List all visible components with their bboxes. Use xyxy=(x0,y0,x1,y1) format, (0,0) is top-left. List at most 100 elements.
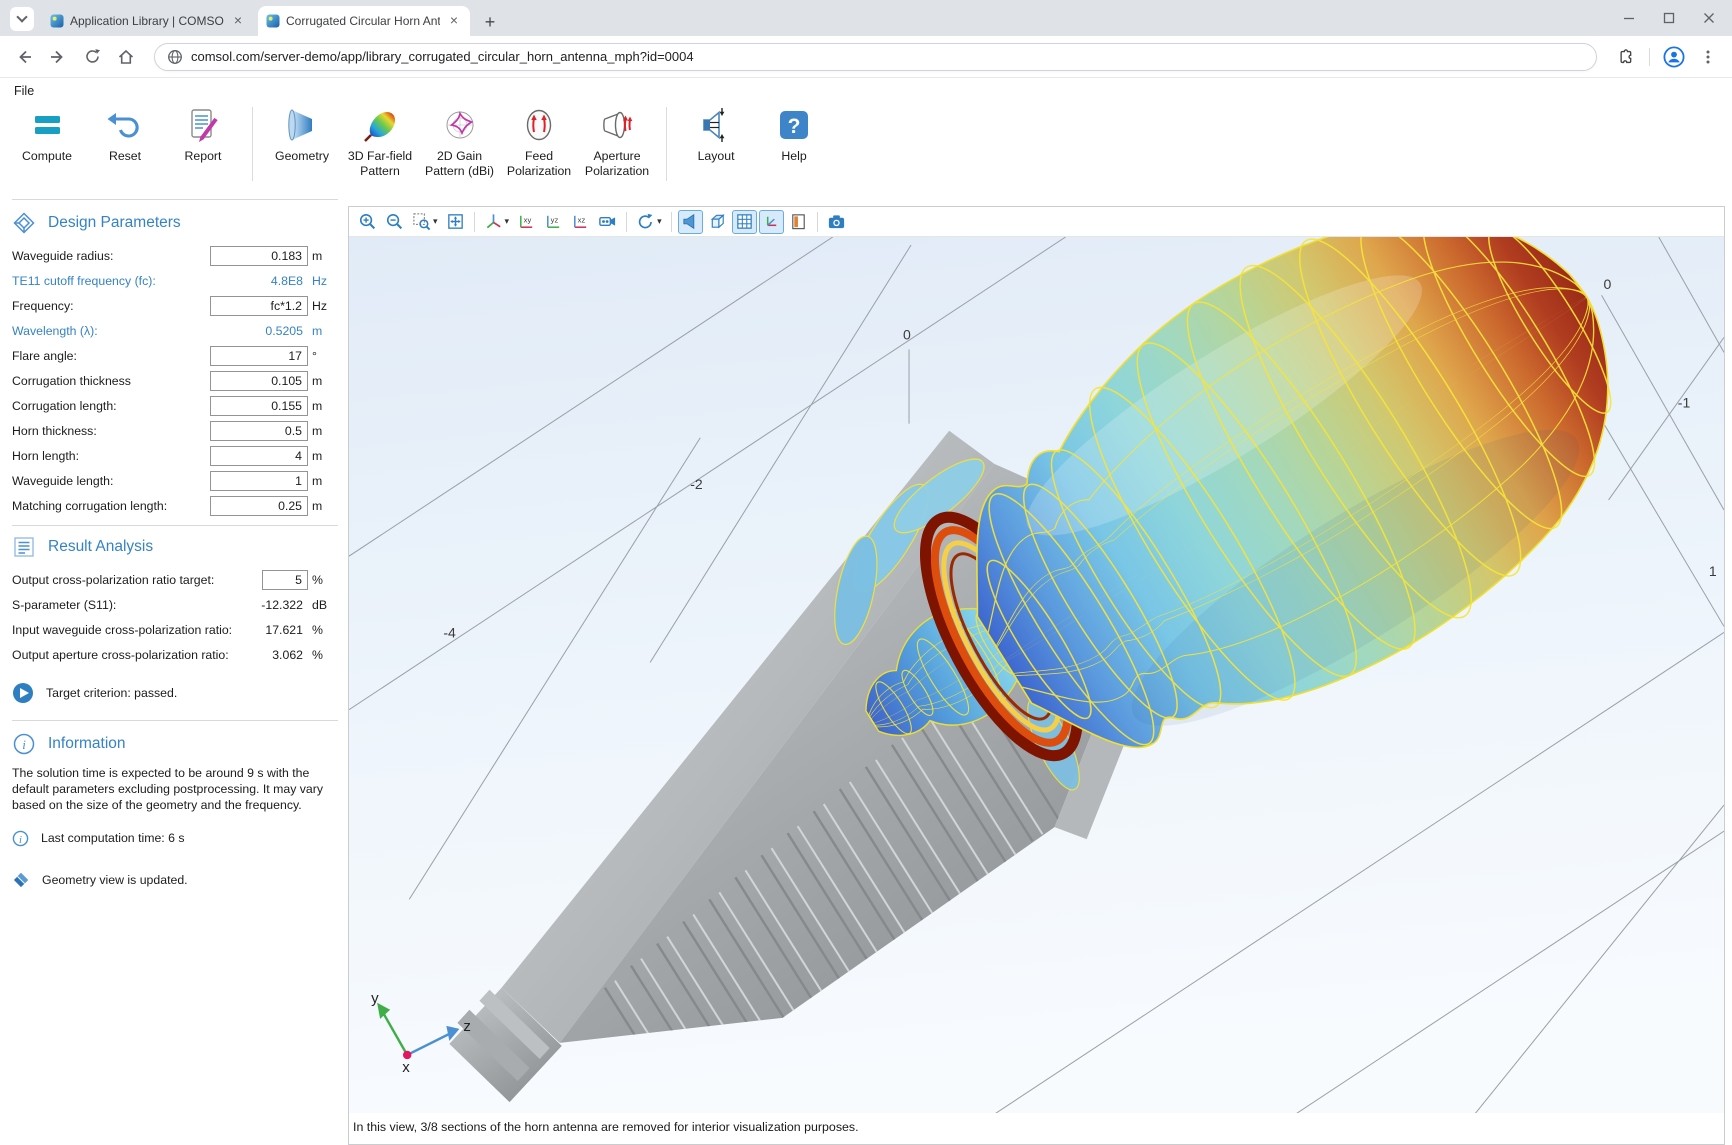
corrugation-thickness-input[interactable] xyxy=(210,371,308,391)
file-menu[interactable]: File xyxy=(14,84,34,98)
svg-text:xz: xz xyxy=(578,215,586,224)
axis-label: -4 xyxy=(443,624,456,640)
grid-toggle[interactable] xyxy=(732,210,757,234)
geometry-visibility-toggle[interactable] xyxy=(678,210,703,234)
axis-label: 0 xyxy=(903,326,911,342)
close-icon[interactable]: × xyxy=(230,13,246,29)
zoom-box-button[interactable]: ▾ xyxy=(409,210,441,234)
report-button[interactable]: Report xyxy=(164,103,242,166)
info-small-icon: i xyxy=(12,830,29,847)
frequency-input[interactable] xyxy=(210,296,308,316)
chevron-down-icon xyxy=(16,11,27,22)
close-window-button[interactable] xyxy=(1702,11,1716,25)
profile-avatar[interactable] xyxy=(1660,43,1688,71)
url-bar[interactable]: comsol.com/server-demo/app/library_corru… xyxy=(154,43,1597,71)
result-analysis-header: Result Analysis xyxy=(12,534,338,560)
section-title: Information xyxy=(48,735,126,753)
param-unit: m xyxy=(310,324,338,338)
zoom-out-button[interactable] xyxy=(382,210,407,234)
browser-window: Application Library | COMSOL S × Corruga… xyxy=(0,0,1732,1145)
param-label: Waveguide radius: xyxy=(12,249,113,263)
param-label: Input waveguide cross-polarization ratio… xyxy=(12,623,232,637)
view-xy-button[interactable]: xy xyxy=(514,210,539,234)
minimize-button[interactable] xyxy=(1622,11,1636,25)
axes-toggle[interactable] xyxy=(759,210,784,234)
help-button[interactable]: ? Help xyxy=(755,103,833,166)
zoom-extents-button[interactable] xyxy=(443,210,468,234)
snapshot-camera-button[interactable] xyxy=(824,210,849,234)
chevron-down-icon: ▾ xyxy=(505,216,510,227)
new-tab-button[interactable]: + xyxy=(478,10,502,34)
triad-x-label: x xyxy=(402,1059,410,1076)
tab-horn-antenna[interactable]: Corrugated Circular Horn Anten × xyxy=(258,6,470,36)
param-label: Corrugation length: xyxy=(12,399,117,413)
section-divider xyxy=(12,720,338,721)
status-text: Geometry view is updated. xyxy=(42,873,188,887)
geometry-button[interactable]: Geometry xyxy=(263,103,341,166)
rotate-view-button[interactable]: ▾ xyxy=(633,210,665,234)
close-icon[interactable]: × xyxy=(446,13,462,29)
waveguide-radius-input[interactable] xyxy=(210,246,308,266)
last-computation-status: i Last computation time: 6 s xyxy=(12,830,338,847)
farfield-3d-button[interactable]: 3D Far-field Pattern xyxy=(341,103,419,181)
information-paragraph: The solution time is expected to be arou… xyxy=(12,765,324,814)
3d-viewport[interactable]: 0 -2 -4 0 -1 1 xyxy=(349,237,1724,1113)
param-label: Horn length: xyxy=(12,449,79,463)
layout-button[interactable]: Layout xyxy=(677,103,755,166)
waveguide-length-input[interactable] xyxy=(210,471,308,491)
gain-polar-icon xyxy=(440,105,480,145)
tab-search-button[interactable] xyxy=(10,7,34,31)
menu-dots-icon[interactable] xyxy=(1694,43,1722,71)
zoom-in-button[interactable] xyxy=(355,210,380,234)
readonly-value: 0.5205 xyxy=(265,321,308,338)
tab-title: Application Library | COMSOL S xyxy=(70,14,224,28)
svg-text:i: i xyxy=(19,834,22,845)
compute-button[interactable]: Compute xyxy=(8,103,86,166)
horn-thickness-input[interactable] xyxy=(210,421,308,441)
ribbon-separator xyxy=(666,107,667,181)
axis-label: -1 xyxy=(1678,395,1691,411)
flare-angle-input[interactable] xyxy=(210,346,308,366)
view-yz-button[interactable]: yz xyxy=(541,210,566,234)
svg-text:yz: yz xyxy=(551,215,559,224)
param-label: Frequency: xyxy=(12,299,74,313)
horn-length-input[interactable] xyxy=(210,446,308,466)
scene-projector-button[interactable] xyxy=(595,210,620,234)
param-unit: Hz xyxy=(310,299,338,313)
param-label: Wavelength (λ): xyxy=(12,324,98,338)
status-text: Last computation time: 6 s xyxy=(41,831,185,845)
gain-2d-button[interactable]: 2D Gain Pattern (dBi) xyxy=(419,103,500,181)
play-icon xyxy=(12,682,34,704)
aperture-polarization-icon xyxy=(597,105,637,145)
toolbar-separator xyxy=(671,212,672,232)
matching-corrugation-length-input[interactable] xyxy=(210,496,308,516)
graphics-panel: ▾ ▾ xy yz xz ▾ xyxy=(348,206,1725,1145)
corrugation-length-input[interactable] xyxy=(210,396,308,416)
color-legend-toggle[interactable] xyxy=(786,210,811,234)
param-label: Flare angle: xyxy=(12,349,77,363)
back-button[interactable] xyxy=(10,43,38,71)
forward-button[interactable] xyxy=(44,43,72,71)
default-view-button[interactable]: ▾ xyxy=(481,210,513,234)
view-xz-button[interactable]: xz xyxy=(568,210,593,234)
transparency-toggle[interactable] xyxy=(705,210,730,234)
aperture-polarization-button[interactable]: Aperture Polarization xyxy=(578,103,656,181)
svg-text:xy: xy xyxy=(524,215,532,224)
information-icon: i xyxy=(12,732,36,756)
param-unit: m xyxy=(310,249,338,263)
feed-polarization-button[interactable]: Feed Polarization xyxy=(500,103,578,181)
toolbar-separator xyxy=(626,212,627,232)
home-button[interactable] xyxy=(112,43,140,71)
design-parameters-header: Design Parameters xyxy=(12,210,338,236)
cross-polarization-target-input[interactable] xyxy=(262,570,308,590)
globe-icon xyxy=(167,49,183,65)
axis-label: 0 xyxy=(1604,276,1612,292)
param-unit: % xyxy=(310,623,338,637)
tab-application-library[interactable]: Application Library | COMSOL S × xyxy=(42,6,254,36)
maximize-button[interactable] xyxy=(1662,11,1676,25)
reload-button[interactable] xyxy=(78,43,106,71)
extensions-icon[interactable] xyxy=(1611,43,1639,71)
geometry-updated-status: Geometry view is updated. xyxy=(12,871,338,889)
reset-button[interactable]: Reset xyxy=(86,103,164,166)
3d-scene: 0 -2 -4 0 -1 1 xyxy=(349,237,1724,1113)
